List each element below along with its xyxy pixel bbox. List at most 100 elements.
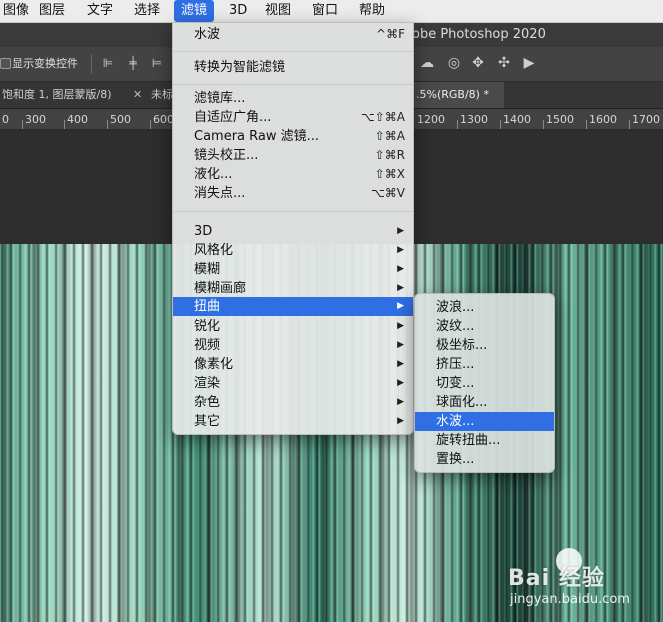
transform-controls-checkbox[interactable] — [0, 58, 11, 69]
menu-item-label: 杂色 — [194, 395, 221, 410]
menu-item-vanishing-point[interactable]: 消失点... ⌥⌘V — [173, 184, 413, 203]
menu-item-shortcut: ⌥⇧⌘A — [360, 110, 405, 124]
align-right-icon[interactable]: ⊨ — [150, 56, 164, 70]
3d-drag-icon[interactable]: ✥ — [470, 55, 486, 71]
window-title: obe Photoshop 2020 — [412, 27, 546, 42]
3d-roll-icon[interactable]: ◎ — [446, 55, 462, 71]
submenu-item-wave[interactable]: 波浪... — [415, 298, 554, 317]
submenu-arrow-icon: ▶ — [397, 378, 404, 388]
menu-item-pixelate[interactable]: 像素化 ▶ — [173, 355, 413, 374]
3d-camera-icon[interactable]: ▶ — [521, 55, 537, 71]
menu-image[interactable]: 图像 — [0, 0, 36, 22]
menu-item-convert-smart-filter[interactable]: 转换为智能滤镜 — [173, 58, 413, 77]
menu-item-distort[interactable]: 扭曲 ▶ — [173, 297, 413, 316]
menu-item-label: 自适应广角... — [194, 110, 272, 125]
menu-item-blur[interactable]: 模糊 ▶ — [173, 260, 413, 279]
menu-item-label: 消失点... — [194, 186, 246, 201]
menu-filter[interactable]: 滤镜 — [174, 0, 215, 22]
menu-item-label: 渲染 — [194, 376, 221, 391]
menu-item-render[interactable]: 渲染 ▶ — [173, 374, 413, 393]
submenu-item-pinch[interactable]: 挤压... — [415, 355, 554, 374]
menu-item-label: 风格化 — [194, 243, 234, 258]
submenu-arrow-icon: ▶ — [397, 321, 404, 331]
menu-item-sharpen[interactable]: 锐化 ▶ — [173, 317, 413, 336]
ruler-label: 600 — [153, 113, 174, 126]
document-tab[interactable]: 饱和度 1, 图层蒙版/8) — [0, 82, 124, 108]
submenu-item-polar-coordinates[interactable]: 极坐标... — [415, 336, 554, 355]
menu-item-video[interactable]: 视频 ▶ — [173, 336, 413, 355]
menu-3d[interactable]: 3D — [222, 0, 254, 22]
ruler-tick — [586, 120, 587, 129]
menu-item-3d[interactable]: 3D ▶ — [173, 222, 413, 241]
transform-controls-label: 显示变换控件 — [12, 57, 78, 70]
menu-item-stylize[interactable]: 风格化 ▶ — [173, 241, 413, 260]
submenu-item-label: 切变... — [436, 376, 475, 391]
ruler-label: 300 — [25, 113, 46, 126]
menu-item-label: 其它 — [194, 414, 221, 429]
submenu-item-twirl[interactable]: 旋转扭曲... — [415, 431, 554, 450]
submenu-item-displace[interactable]: 置换... — [415, 450, 554, 469]
menu-item-shortcut: ⇧⌘R — [374, 148, 405, 162]
watermark-url: jingyan.baidu.com — [510, 592, 630, 607]
document-tab-active[interactable]: .5%(RGB/8) * — [412, 82, 504, 108]
submenu-arrow-icon: ▶ — [397, 226, 404, 236]
submenu-item-spherize[interactable]: 球面化... — [415, 393, 554, 412]
ruler-tick — [543, 120, 544, 129]
menu-item-label: 锐化 — [194, 319, 221, 334]
submenu-item-ripple[interactable]: 波纹... — [415, 317, 554, 336]
ruler-tick — [107, 120, 108, 129]
ruler-label: 0 — [2, 113, 9, 126]
menu-item-shortcut: ⇧⌘X — [374, 167, 405, 181]
menu-item-label: Camera Raw 滤镜... — [194, 129, 320, 144]
submenu-item-label: 极坐标... — [436, 338, 488, 353]
ruler-tick — [629, 120, 630, 129]
ruler-label: 1400 — [503, 113, 531, 126]
menu-item-noise[interactable]: 杂色 ▶ — [173, 393, 413, 412]
ruler-tick — [150, 120, 151, 129]
3d-slide-icon[interactable]: ✣ — [496, 55, 512, 71]
align-left-icon[interactable]: ⊫ — [101, 56, 115, 70]
distort-submenu: 波浪... 波纹... 极坐标... 挤压... 切变... 球面化... 水波… — [414, 293, 555, 473]
menu-view[interactable]: 视图 — [258, 0, 298, 22]
menu-item-camera-raw[interactable]: Camera Raw 滤镜... ⇧⌘A — [173, 127, 413, 146]
close-icon[interactable]: ✕ — [133, 88, 142, 101]
menu-item-label: 转换为智能滤镜 — [194, 60, 286, 75]
submenu-item-label: 波浪... — [436, 300, 475, 315]
menu-item-blur-gallery[interactable]: 模糊画廊 ▶ — [173, 279, 413, 298]
submenu-item-shear[interactable]: 切变... — [415, 374, 554, 393]
menu-item-label: 像素化 — [194, 357, 234, 372]
ruler-label: 1300 — [460, 113, 488, 126]
menu-item-last-filter[interactable]: 水波 ^⌘F — [173, 25, 413, 44]
ruler-label: 1700 — [632, 113, 660, 126]
submenu-arrow-icon: ▶ — [397, 283, 404, 293]
menu-item-liquify[interactable]: 液化... ⇧⌘X — [173, 165, 413, 184]
3d-orbit-icon[interactable]: ☁ — [419, 55, 435, 71]
watermark-brand: Bai 经验 — [508, 566, 605, 591]
menu-window[interactable]: 窗口 — [305, 0, 345, 22]
menu-layer[interactable]: 图层 — [32, 0, 72, 22]
menu-item-shortcut: ⇧⌘A — [374, 129, 405, 143]
menu-item-filter-gallery[interactable]: 滤镜库... — [173, 89, 413, 108]
menu-type[interactable]: 文字 — [80, 0, 120, 22]
ruler-tick — [22, 120, 23, 129]
submenu-arrow-icon: ▶ — [397, 340, 404, 350]
document-tab[interactable]: 未标 — [151, 82, 173, 108]
submenu-arrow-icon: ▶ — [397, 359, 404, 369]
menu-separator — [173, 211, 413, 212]
submenu-item-label: 旋转扭曲... — [436, 433, 501, 448]
menu-item-label: 水波 — [194, 27, 221, 42]
menu-item-other[interactable]: 其它 ▶ — [173, 412, 413, 431]
menu-item-lens-correction[interactable]: 镜头校正... ⇧⌘R — [173, 146, 413, 165]
menu-item-adaptive-wide-angle[interactable]: 自适应广角... ⌥⇧⌘A — [173, 108, 413, 127]
align-center-icon[interactable]: ╪ — [126, 56, 140, 70]
menu-item-label: 模糊 — [194, 262, 221, 277]
menu-separator — [173, 51, 413, 52]
submenu-arrow-icon: ▶ — [397, 245, 404, 255]
menu-help[interactable]: 帮助 — [352, 0, 392, 22]
menu-item-shortcut: ⌥⌘V — [370, 186, 405, 200]
submenu-item-zigzag[interactable]: 水波... — [415, 412, 554, 431]
submenu-item-label: 挤压... — [436, 357, 475, 372]
menu-item-label: 镜头校正... — [194, 148, 259, 163]
submenu-item-label: 置换... — [436, 452, 475, 467]
menu-select[interactable]: 选择 — [127, 0, 167, 22]
